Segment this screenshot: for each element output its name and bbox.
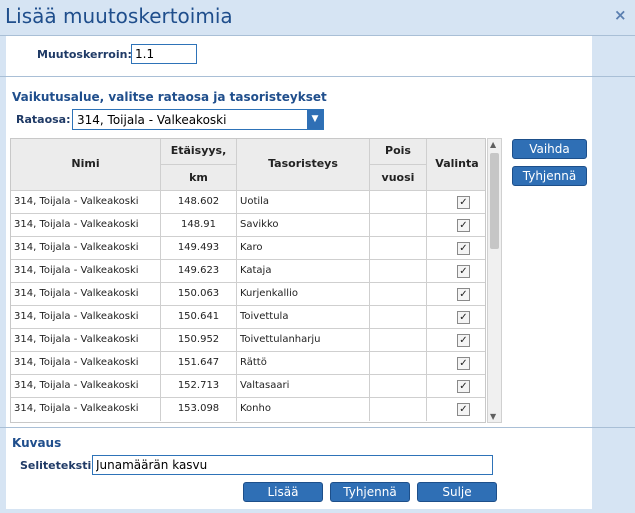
cell-removed [370, 306, 427, 329]
cell-name: 314, Toijala - Valkeakoski [11, 214, 161, 237]
select-checkbox[interactable]: ✓ [457, 288, 470, 301]
table-row[interactable]: 314, Toijala - Valkeakoski 150.641 Toivett… [11, 305, 485, 329]
cell-name: 314, Toijala - Valkeakoski [11, 237, 161, 260]
table-scrollbar[interactable]: ▲ ▼ [487, 138, 502, 423]
cell-removed [370, 398, 427, 421]
cell-removed [370, 329, 427, 352]
cell-crossing: Toivettula [237, 306, 370, 329]
scroll-up-icon[interactable]: ▲ [490, 140, 496, 149]
cell-distance: 150.641 [161, 306, 237, 329]
area-heading: Vaikutusalue, valitse rataosa ja tasoris… [12, 90, 327, 104]
close-button[interactable]: Sulje [417, 482, 497, 502]
clear-button[interactable]: Tyhjennä [330, 482, 410, 502]
cell-distance: 150.952 [161, 329, 237, 352]
cell-crossing: Uotila [237, 191, 370, 214]
col-header-removed[interactable]: Pois [370, 139, 427, 165]
select-checkbox[interactable]: ✓ [457, 334, 470, 347]
cell-removed [370, 214, 427, 237]
cell-distance: 153.098 [161, 398, 237, 421]
cell-crossing: Kurjenkallio [237, 283, 370, 306]
cell-crossing: Konho [237, 398, 370, 421]
close-icon[interactable]: × [614, 6, 627, 24]
select-checkbox[interactable]: ✓ [457, 311, 470, 324]
cell-name: 314, Toijala - Valkeakoski [11, 398, 161, 421]
cell-name: 314, Toijala - Valkeakoski [11, 191, 161, 214]
select-checkbox[interactable]: ✓ [457, 403, 470, 416]
table-row[interactable]: 314, Toijala - Valkeakoski 148.602 Uotila ✓ [11, 190, 485, 214]
factor-input[interactable] [131, 44, 197, 64]
cell-name: 314, Toijala - Valkeakoski [11, 375, 161, 398]
cell-name: 314, Toijala - Valkeakoski [11, 352, 161, 375]
col-header-crossing[interactable]: Tasoristeys [237, 139, 370, 190]
cell-distance: 152.713 [161, 375, 237, 398]
cell-removed [370, 191, 427, 214]
clear-selection-button[interactable]: Tyhjennä [512, 166, 587, 186]
change-button[interactable]: Vaihda [512, 139, 587, 159]
cell-distance: 149.493 [161, 237, 237, 260]
cell-crossing: Rättö [237, 352, 370, 375]
cell-name: 314, Toijala - Valkeakoski [11, 306, 161, 329]
cell-removed [370, 237, 427, 260]
cell-name: 314, Toijala - Valkeakoski [11, 283, 161, 306]
table-row[interactable]: 314, Toijala - Valkeakoski 153.098 Konho ✓ [11, 397, 485, 421]
table-row[interactable]: 314, Toijala - Valkeakoski 150.952 Toivett… [11, 328, 485, 352]
cell-name: 314, Toijala - Valkeakoski [11, 260, 161, 283]
col-header-select[interactable]: Valinta [427, 139, 485, 190]
cell-removed [370, 352, 427, 375]
col-header-distance-unit: km [161, 165, 237, 190]
chevron-down-icon[interactable]: ▼ [307, 110, 323, 129]
crossings-table: Nimi Etäisyys, km Tasoristeys Pois vuosi… [10, 138, 486, 423]
section-select-value: 314, Toijala - Valkeakoski [77, 113, 227, 127]
description-label: Seliteteksti: [20, 459, 96, 472]
cell-crossing: Karo [237, 237, 370, 260]
cell-distance: 150.063 [161, 283, 237, 306]
table-row[interactable]: 314, Toijala - Valkeakoski 148.91 Savikko ✓ [11, 213, 485, 237]
cell-removed [370, 260, 427, 283]
select-checkbox[interactable]: ✓ [457, 242, 470, 255]
scroll-down-icon[interactable]: ▼ [490, 412, 496, 421]
description-heading: Kuvaus [12, 436, 62, 450]
cell-distance: 151.647 [161, 352, 237, 375]
cell-distance: 148.91 [161, 214, 237, 237]
col-header-removed-year: vuosi [370, 165, 427, 190]
cell-crossing: Valtasaari [237, 375, 370, 398]
select-checkbox[interactable]: ✓ [457, 196, 470, 209]
table-row[interactable]: 314, Toijala - Valkeakoski 149.623 Kataja ✓ [11, 259, 485, 283]
cell-crossing: Toivettulanharju [237, 329, 370, 352]
add-button[interactable]: Lisää [243, 482, 323, 502]
cell-crossing: Savikko [237, 214, 370, 237]
select-checkbox[interactable]: ✓ [457, 357, 470, 370]
select-checkbox[interactable]: ✓ [457, 380, 470, 393]
cell-crossing: Kataja [237, 260, 370, 283]
scroll-thumb[interactable] [490, 153, 499, 249]
table-row[interactable]: 314, Toijala - Valkeakoski 151.647 Rättö ✓ [11, 351, 485, 375]
col-header-distance[interactable]: Etäisyys, [161, 139, 237, 165]
description-input[interactable] [92, 455, 493, 475]
dialog-title: Lisää muutoskertoimia [5, 4, 233, 28]
cell-distance: 148.602 [161, 191, 237, 214]
table-row[interactable]: 314, Toijala - Valkeakoski 149.493 Karo ✓ [11, 236, 485, 260]
table-row[interactable]: 314, Toijala - Valkeakoski 152.713 Valtasa… [11, 374, 485, 398]
col-header-name[interactable]: Nimi [11, 139, 161, 190]
cell-distance: 149.623 [161, 260, 237, 283]
cell-removed [370, 283, 427, 306]
cell-name: 314, Toijala - Valkeakoski [11, 329, 161, 352]
cell-removed [370, 375, 427, 398]
select-checkbox[interactable]: ✓ [457, 219, 470, 232]
section-label: Rataosa: [16, 113, 71, 126]
factor-label: Muutoskerroin: [37, 48, 132, 61]
select-checkbox[interactable]: ✓ [457, 265, 470, 278]
section-select[interactable]: 314, Toijala - Valkeakoski ▼ [72, 109, 324, 130]
table-row[interactable]: 314, Toijala - Valkeakoski 150.063 Kurjenk… [11, 282, 485, 306]
